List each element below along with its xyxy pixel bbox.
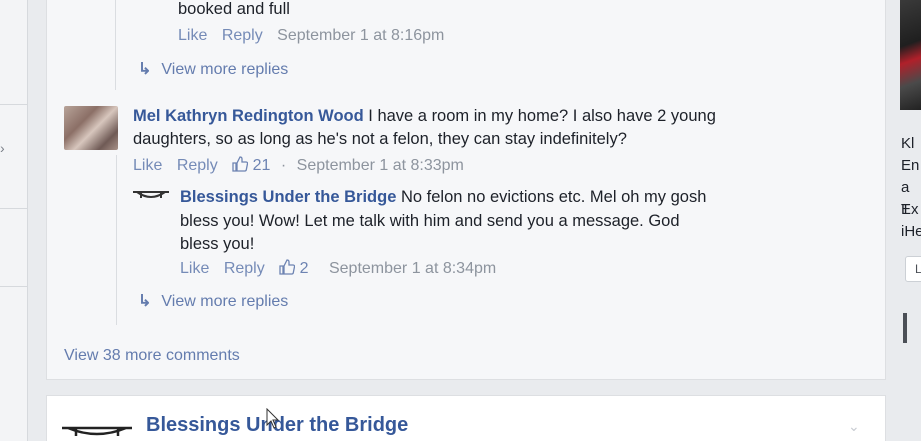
reply-link[interactable]: Reply [224,260,265,277]
comment-author[interactable]: Mel Kathryn Redington Wood [133,107,364,125]
like-link[interactable]: Like [180,260,209,277]
reply-link[interactable]: Reply [222,27,263,44]
comment-text-line: daughters, so as long as he's not a felo… [133,130,627,148]
comment-actions: Like Reply September 1 at 8:16pm [178,27,444,45]
avatar[interactable] [133,186,169,204]
reply-text-line: bless you! [180,235,255,253]
reply-author[interactable]: Blessings Under the Bridge [180,188,396,206]
left-sidebar-edge: › [0,0,28,441]
thumbs-up-icon [232,156,249,172]
right-column-marker [903,313,907,343]
thread-line [115,0,116,90]
page-avatar[interactable] [62,418,132,440]
view-more-comments-link[interactable]: View 38 more comments [64,347,240,365]
comment-timestamp[interactable]: September 1 at 8:16pm [277,27,444,44]
right-text-line: iHe [901,223,921,240]
divider [0,104,28,105]
right-text-line: Kl [901,135,915,152]
separator-dot: · [280,157,287,174]
comment-actions: Like Reply 21 · September 1 at 8:33pm [133,156,464,175]
reply-actions: Like Reply 2 September 1 at 8:34pm [180,259,496,278]
reaction-count[interactable]: 21 [232,156,275,174]
mouse-cursor-icon [266,408,280,429]
view-more-label: View more replies [161,293,289,310]
reply-timestamp[interactable]: September 1 at 8:34pm [329,260,496,277]
thumbs-up-icon [279,259,296,275]
comment-timestamp[interactable]: September 1 at 8:33pm [297,157,464,174]
view-more-replies-link[interactable]: ↳ View more replies [138,59,288,79]
right-text-line: En [901,157,920,174]
reply-text-line: No felon no evictions etc. Mel oh my gos… [396,188,707,206]
reply-arrow-icon: ↳ [138,293,152,310]
like-link[interactable]: Like [178,27,207,44]
avatar[interactable] [64,106,118,150]
reply-body: Blessings Under the Bridge No felon no e… [180,186,706,208]
view-more-label: View more replies [161,61,289,78]
comment-text: booked and full [178,0,290,18]
chevron-down-icon[interactable]: ⌄ [848,418,860,435]
like-link[interactable]: Like [133,157,162,174]
right-text-line: Ex [901,201,919,218]
divider [0,286,28,287]
comment-text-line: I have a room in my home? I also have 2 … [363,107,716,125]
comment-body: Mel Kathryn Redington Wood I have a room… [133,105,716,127]
reply-text-line: bless you! Wow! Let me talk with him and… [180,212,680,230]
divider [0,208,28,209]
reply-link[interactable]: Reply [177,157,218,174]
right-column-button[interactable]: L [905,256,921,282]
ad-thumbnail[interactable] [900,0,921,110]
reply-arrow-icon: ↳ [138,61,152,78]
reaction-count-value: 21 [252,157,271,174]
reaction-count-value: 2 [299,260,309,277]
thread-line [116,155,117,325]
view-more-replies-link[interactable]: ↳ View more replies [138,291,288,311]
reaction-count[interactable]: 2 [279,259,313,277]
chevron-right-icon[interactable]: › [0,140,5,156]
